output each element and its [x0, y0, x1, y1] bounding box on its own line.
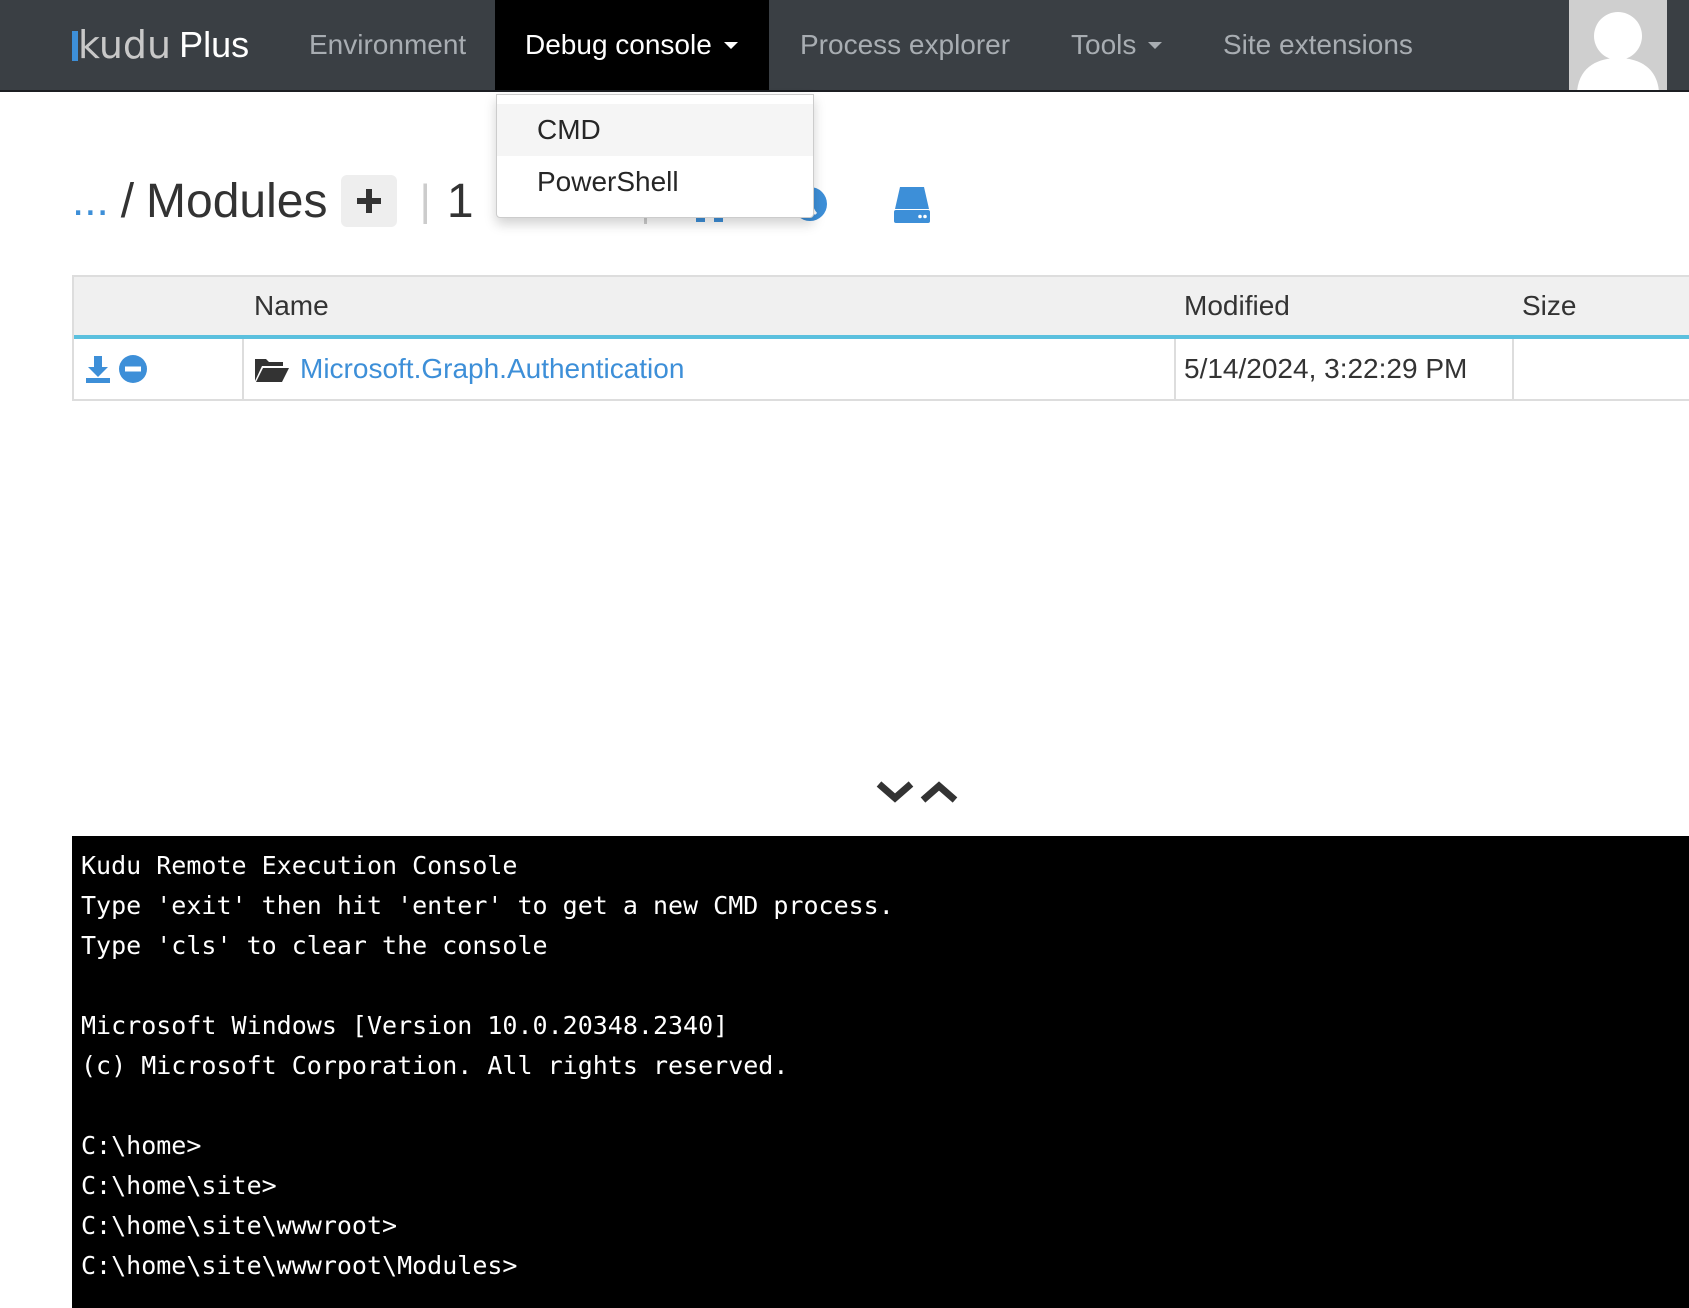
- console-line: (c) Microsoft Corporation. All rights re…: [81, 1051, 789, 1080]
- console-line: C:\home\site\wwwroot>: [81, 1211, 398, 1240]
- dropdown-item-cmd-label: CMD: [537, 114, 601, 145]
- nav-site-extensions-label: Site extensions: [1223, 29, 1413, 60]
- nav-process-explorer[interactable]: Process explorer: [774, 0, 1036, 90]
- breadcrumb: ... / Modules | 1: [72, 166, 474, 236]
- caret-down-icon: [723, 41, 738, 49]
- caret-down-icon: [1148, 41, 1163, 49]
- kudu-logo: kudu: [72, 23, 171, 67]
- dropdown-item-powershell[interactable]: PowerShell: [497, 156, 813, 208]
- dropdown-item-powershell-label: PowerShell: [537, 166, 679, 197]
- item-count: 1: [446, 174, 474, 228]
- file-name-link[interactable]: Microsoft.Graph.Authentication: [300, 353, 684, 385]
- nav-tools-label: Tools: [1071, 29, 1137, 60]
- drive-icon[interactable]: [893, 185, 931, 230]
- console-line: Type 'exit' then hit 'enter' to get a ne…: [81, 891, 894, 920]
- delete-minus-icon[interactable]: [118, 354, 148, 384]
- brand-plus-label: Plus: [179, 24, 250, 65]
- console-line: Microsoft Windows [Version 10.0.20348.23…: [81, 1011, 729, 1040]
- user-silhouette-icon: [1577, 12, 1659, 90]
- dropdown-item-cmd[interactable]: CMD: [497, 104, 813, 156]
- console-line: C:\home\site>: [81, 1171, 277, 1200]
- console-line: Kudu Remote Execution Console: [81, 851, 518, 880]
- nav-site-extensions[interactable]: Site extensions: [1197, 0, 1439, 90]
- console-prompt-line[interactable]: C:\home\site\wwwroot\Modules>: [81, 1246, 1689, 1286]
- toolbar-divider: |: [419, 176, 431, 225]
- row-modified-cell: 5/14/2024, 3:22:29 PM: [1184, 353, 1468, 384]
- plus-icon: [357, 189, 382, 213]
- remote-execution-console[interactable]: Kudu Remote Execution Console Type 'exit…: [72, 836, 1689, 1308]
- add-button[interactable]: [341, 175, 398, 227]
- nav-tools[interactable]: Tools: [1045, 0, 1188, 90]
- nav-environment[interactable]: Environment: [283, 0, 492, 90]
- row-actions: [84, 339, 148, 399]
- download-icon[interactable]: [84, 354, 112, 384]
- top-navbar: kudu Plus Environment Debug console Proc…: [0, 0, 1689, 92]
- table-header: Name Modified Size: [74, 275, 1689, 339]
- console-line: C:\home>: [81, 1131, 202, 1160]
- nav-process-explorer-label: Process explorer: [800, 29, 1011, 60]
- breadcrumb-current-folder: Modules: [146, 174, 328, 228]
- folder-open-icon: [255, 359, 289, 382]
- breadcrumb-separator: /: [120, 174, 135, 228]
- console-line: Type 'cls' to clear the console: [81, 931, 548, 960]
- column-header-size[interactable]: Size: [1522, 277, 1576, 335]
- pane-splitter: [876, 776, 960, 810]
- column-header-modified[interactable]: Modified: [1184, 277, 1290, 335]
- table-row: Microsoft.Graph.Authentication 5/14/2024…: [74, 339, 1689, 401]
- user-avatar[interactable]: [1569, 0, 1667, 90]
- brand[interactable]: kudu Plus: [72, 0, 249, 90]
- nav-debug-console-label: Debug console: [525, 29, 712, 60]
- row-name-cell: Microsoft.Graph.Authentication: [254, 339, 684, 399]
- chevron-up-icon[interactable]: [920, 776, 958, 806]
- chevron-down-icon[interactable]: [876, 776, 914, 806]
- nav-debug-console[interactable]: Debug console: [495, 0, 769, 90]
- debug-console-dropdown: CMD PowerShell: [496, 94, 814, 218]
- file-table: Name Modified Size Microsoft.Graph.Authe…: [72, 275, 1689, 401]
- column-header-name[interactable]: Name: [254, 277, 329, 335]
- nav-environment-label: Environment: [309, 29, 467, 60]
- breadcrumb-parent-link[interactable]: ...: [72, 176, 109, 226]
